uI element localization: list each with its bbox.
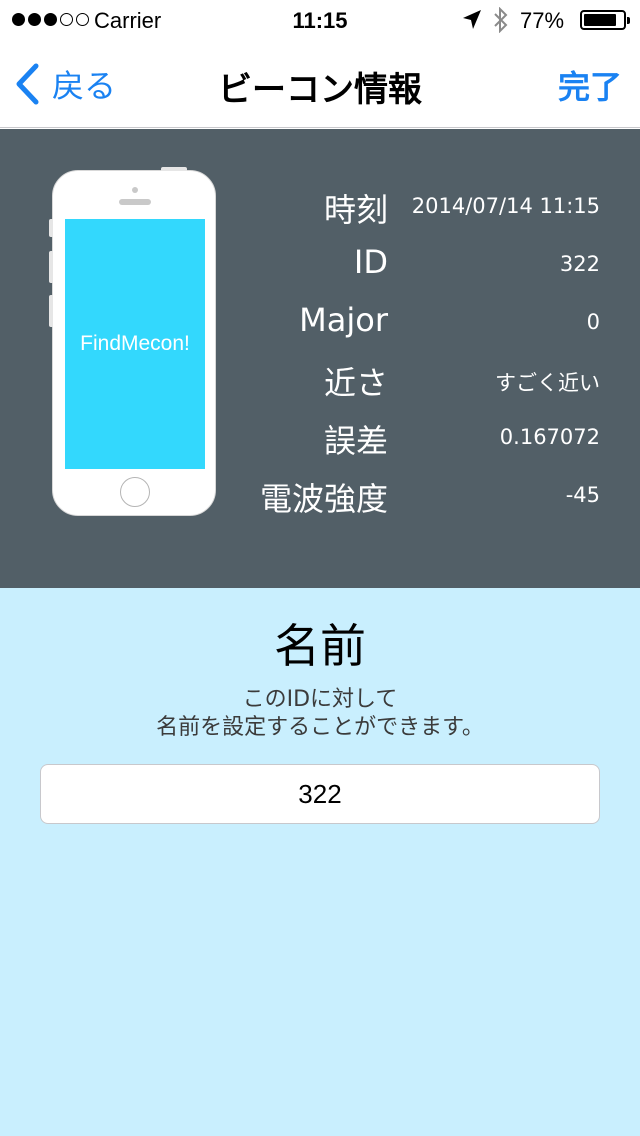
name-section: 名前 このIDに対して 名前を設定することができます。 — [0, 588, 640, 1136]
info-row-rssi: 電波強度 -45 — [240, 468, 600, 518]
name-description-line: 名前を設定することができます。 — [156, 715, 484, 740]
name-description-line: このIDに対して — [242, 687, 398, 712]
info-value: -45 — [565, 483, 600, 507]
name-input[interactable] — [40, 764, 600, 824]
info-row-major: Major 0 — [240, 295, 600, 345]
beacon-info-panel: FindMecon! 時刻 2014/07/14 11:15 ID 322 Ma… — [0, 129, 640, 588]
battery-icon — [580, 10, 630, 30]
info-row-accuracy: 誤差 0.167072 — [240, 410, 600, 460]
speaker-icon — [119, 199, 151, 205]
info-label: 誤差 — [323, 422, 388, 460]
info-label: 時刻 — [323, 191, 388, 229]
page-title: ビーコン情報 — [218, 70, 422, 110]
camera-icon — [132, 187, 138, 193]
info-row-id: ID 322 — [240, 237, 600, 287]
info-label: 電波強度 — [259, 480, 388, 518]
phone-screen: FindMecon! — [65, 219, 205, 469]
info-row-time: 時刻 2014/07/14 11:15 — [240, 179, 600, 229]
location-icon — [463, 10, 481, 29]
info-label: ID — [353, 243, 388, 281]
info-value: 0 — [586, 310, 600, 334]
status-bar: Carrier 11:15 77% — [0, 0, 640, 40]
info-value: すごく近い — [495, 371, 600, 395]
name-description: このIDに対して 名前を設定することができます。 — [0, 686, 640, 742]
info-value: 0.167072 — [499, 425, 600, 449]
home-button-icon — [120, 477, 150, 507]
info-label: Major — [299, 301, 388, 339]
done-button[interactable]: 完了 — [558, 62, 622, 108]
phone-illustration: FindMecon! — [49, 167, 216, 516]
info-label: 近さ — [323, 364, 388, 402]
info-value: 2014/07/14 11:15 — [411, 194, 600, 218]
battery-percent: 77% — [520, 8, 565, 33]
navigation-bar: 戻る ビーコン情報 完了 — [0, 40, 640, 128]
info-row-proximity: 近さ すごく近い — [240, 352, 600, 402]
app-name: FindMecon! — [80, 332, 190, 355]
bluetooth-icon — [494, 7, 508, 33]
name-title: 名前 — [274, 619, 366, 673]
info-value: 322 — [559, 252, 600, 276]
